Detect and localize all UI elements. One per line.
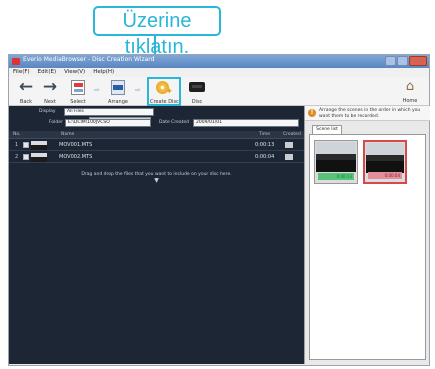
menu-file[interactable]: File(F): [13, 68, 30, 77]
scene-thumbnail: [366, 143, 404, 173]
col-created[interactable]: Created: [283, 132, 301, 137]
disc-button[interactable]: Disc: [184, 79, 210, 105]
step-select[interactable]: Select: [65, 79, 91, 105]
filter-row: Display All Files: [9, 108, 304, 117]
row-checkbox[interactable]: [23, 142, 29, 148]
back-label: Back: [19, 99, 33, 105]
row-duration: 0:00:13: [255, 142, 275, 148]
menu-bar: File(F) Edit(E) View(V) Help(H): [9, 68, 429, 77]
scene-list: 0:00:13 0:00:04: [309, 134, 426, 360]
video-icon: [285, 142, 293, 148]
scene-thumbnail: [316, 142, 356, 172]
close-button[interactable]: [409, 56, 427, 66]
display-select[interactable]: All Files: [64, 108, 154, 116]
table-row[interactable]: 1 MOV001.MTS 0:00:13: [9, 140, 304, 151]
step-arrange[interactable]: Arrange: [105, 79, 131, 105]
row-thumbnail: [31, 141, 47, 150]
title-bar: Everio MediaBrowser - Disc Creation Wiza…: [9, 55, 429, 68]
main-area: Display All Files Folder E:\DCIM\100JVCS…: [9, 106, 430, 364]
file-list-pane: Display All Files Folder E:\DCIM\100JVCS…: [9, 106, 304, 364]
create-disc-highlight: [147, 77, 181, 106]
window-title: Everio MediaBrowser - Disc Creation Wiza…: [23, 56, 155, 63]
select-icon: [71, 80, 85, 95]
hint-text: Arrange the scenes in the order in which…: [319, 108, 421, 119]
arrow-right-icon: →: [42, 77, 58, 97]
arrange-icon: [111, 80, 125, 95]
folder-label: Folder: [49, 120, 63, 125]
maximize-button[interactable]: [397, 56, 408, 66]
select-label: Select: [70, 99, 86, 105]
tab-scene-list[interactable]: Scene list: [312, 125, 342, 134]
date-label: Date Created: [159, 120, 189, 125]
step-arrow-icon: ⇨: [135, 86, 141, 94]
menu-edit[interactable]: Edit(E): [38, 68, 56, 77]
row-number: 2: [15, 154, 19, 160]
app-window: Everio MediaBrowser - Disc Creation Wiza…: [8, 54, 430, 366]
table-row[interactable]: 2 MOV002.MTS 0:00:04: [9, 152, 304, 163]
back-button[interactable]: ← Back: [13, 77, 39, 106]
app-icon: [12, 58, 20, 65]
scene-card[interactable]: 0:00:13: [314, 140, 358, 184]
arrange-label: Arrange: [108, 99, 128, 105]
minimize-button[interactable]: [385, 56, 396, 66]
menu-help[interactable]: Help(H): [93, 68, 114, 77]
chevron-down-icon[interactable]: ▼: [9, 177, 304, 184]
home-button[interactable]: ⌂ Home: [399, 79, 421, 105]
home-label: Home: [402, 98, 418, 104]
wizard-toolbar: ← Back → Next Select ⇨ Arrange ⇨ ✦ Creat…: [9, 77, 429, 106]
instruction-callout: Üzerine tıklatın.: [93, 6, 221, 58]
window-controls: [385, 56, 427, 66]
row-checkbox[interactable]: [23, 154, 29, 160]
row-thumbnail: [31, 153, 47, 162]
disc-label: Disc: [191, 99, 203, 105]
col-no[interactable]: No.: [13, 132, 20, 137]
next-button[interactable]: → Next: [37, 77, 63, 106]
table-header: No. Name Time Created: [9, 131, 304, 139]
video-icon: [285, 154, 293, 160]
scene-card-selected[interactable]: 0:00:04: [363, 140, 407, 184]
hint-bar: ! Arrange the scenes in the order in whi…: [305, 106, 430, 121]
scene-duration: 0:00:04: [368, 172, 402, 179]
row-duration: 0:00:04: [255, 154, 275, 160]
info-icon: !: [308, 109, 316, 117]
folder-select[interactable]: E:\DCIM\100JVCSO: [65, 119, 151, 127]
dvd-drive-icon: [189, 82, 205, 92]
scene-pane: ! Arrange the scenes in the order in whi…: [304, 106, 430, 364]
date-field[interactable]: 2009/01/01: [193, 119, 299, 127]
col-name[interactable]: Name: [61, 132, 74, 137]
home-icon: ⌂: [405, 79, 415, 94]
folder-row: Folder E:\DCIM\100JVCSO Date Created 200…: [9, 119, 304, 128]
row-name: MOV002.MTS: [59, 154, 93, 160]
scene-duration: 0:00:13: [318, 173, 354, 180]
arrow-left-icon: ←: [18, 77, 34, 97]
col-time[interactable]: Time: [259, 132, 270, 137]
row-number: 1: [15, 142, 19, 148]
display-label: Display: [39, 109, 56, 114]
step-arrow-icon: ⇨: [94, 86, 100, 94]
menu-view[interactable]: View(V): [64, 68, 85, 77]
next-label: Next: [44, 99, 56, 105]
row-name: MOV001.MTS: [59, 142, 93, 148]
